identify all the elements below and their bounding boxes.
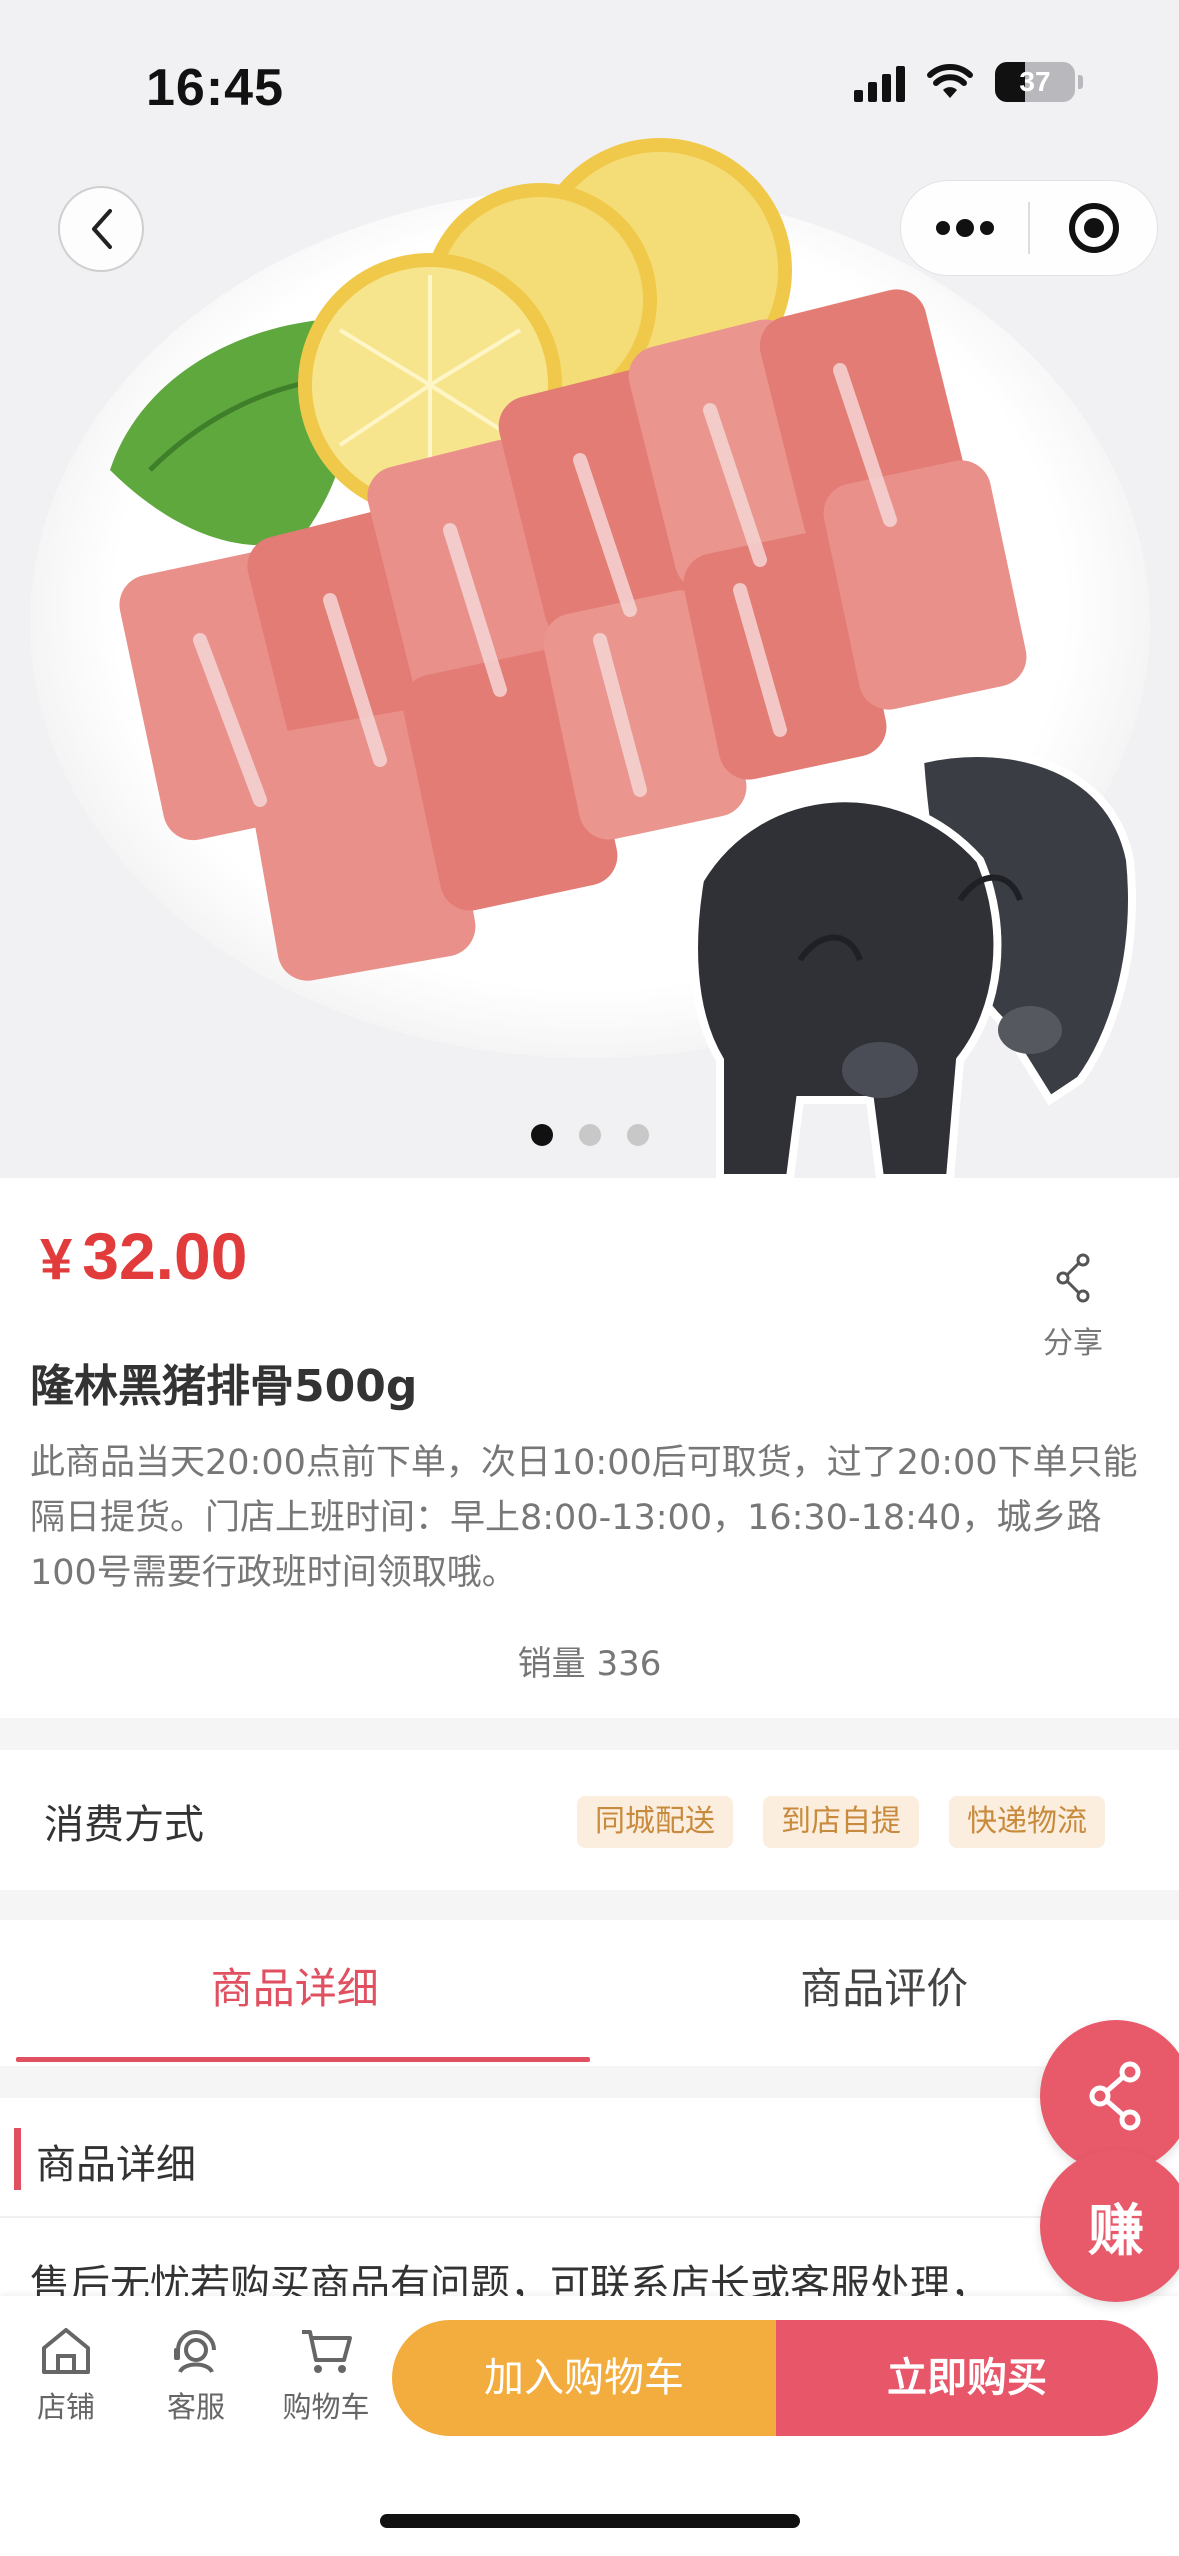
battery-icon: 37 [995, 62, 1075, 102]
status-time: 16:45 [146, 59, 284, 117]
earn-label: 赚 [1088, 2198, 1144, 2264]
buy-now-button[interactable]: 立即购买 [776, 2320, 1158, 2436]
nav-cart-label: 购物车 [282, 2390, 370, 2424]
tag-express-logistics: 快递物流 [949, 1796, 1105, 1848]
nav-cart[interactable]: 购物车 [266, 2324, 386, 2426]
store-icon [42, 2328, 90, 2374]
carousel-dot [626, 1124, 649, 1146]
carousel-dot [578, 1124, 601, 1146]
cart-icon [302, 2330, 352, 2373]
home-indicator [380, 2514, 800, 2528]
miniprogram-capsule [900, 180, 1158, 276]
nav-store-label: 店铺 [36, 2390, 95, 2424]
nav-customer-service[interactable]: 客服 [136, 2324, 256, 2426]
detail-heading: 商品详细 [36, 2142, 196, 2188]
share-icon [1056, 1253, 1090, 1303]
close-miniprogram-button[interactable] [1030, 181, 1157, 275]
carousel-dot [530, 1124, 553, 1146]
chevron-left-icon [92, 209, 112, 249]
product-info-card: ¥ 32.00 分享 隆林黑猪排骨500g 此商品当天20:00点前下单，次日1… [0, 1178, 1179, 1718]
back-button[interactable] [58, 186, 144, 272]
product-image-carousel[interactable]: 16:45 37 [0, 0, 1179, 1178]
cellular-signal-icon [854, 62, 905, 102]
detail-header: 商品详细 [0, 2098, 1179, 2218]
product-price: ¥ 32.00 [40, 1218, 247, 1294]
share-label: 分享 [1043, 1326, 1103, 1361]
section-accent-bar [14, 2128, 21, 2190]
sales-count: 销量 336 [517, 1644, 662, 1684]
share-button[interactable]: 分享 [1030, 1252, 1116, 1362]
price-value: 32.00 [82, 1219, 248, 1293]
tab-product-detail[interactable]: 商品详细 [0, 1920, 590, 2066]
nav-store[interactable]: 店铺 [6, 2324, 126, 2426]
customer-service-icon [174, 2330, 216, 2374]
status-icons: 37 [854, 62, 1083, 102]
currency-symbol: ¥ [40, 1227, 73, 1292]
share-icon [1089, 2061, 1141, 2131]
product-description: 此商品当天20:00点前下单，次日10:00后可取货，过了20:00下单只能隔日… [30, 1443, 1138, 1593]
battery-tip [1078, 75, 1083, 89]
tag-store-pickup: 到店自提 [763, 1796, 919, 1848]
carousel-indicator [0, 1124, 1179, 1146]
floating-earn-button[interactable]: 赚 [1040, 2150, 1179, 2302]
nav-customer-service-label: 客服 [166, 2390, 225, 2424]
wifi-icon [927, 64, 973, 98]
consumption-tags: 同城配送 到店自提 快递物流 [577, 1796, 1105, 1848]
consumption-methods: 消费方式 同城配送 到店自提 快递物流 [0, 1750, 1179, 1890]
product-photo [110, 138, 1136, 1178]
status-bar: 16:45 37 [0, 0, 1179, 150]
more-dots-icon [935, 219, 994, 237]
add-to-cart-button[interactable]: 加入购物车 [392, 2320, 776, 2436]
more-button[interactable] [901, 181, 1028, 275]
tag-same-city-delivery: 同城配送 [577, 1796, 733, 1848]
product-title: 隆林黑猪排骨500g [30, 1361, 418, 1412]
detail-tabs: 商品详细 商品评价 [0, 1920, 1179, 2066]
floating-share-button[interactable] [1040, 2020, 1179, 2172]
black-pigs [690, 749, 1136, 1178]
target-circle-icon [1068, 203, 1119, 253]
consumption-label: 消费方式 [44, 1802, 204, 1848]
